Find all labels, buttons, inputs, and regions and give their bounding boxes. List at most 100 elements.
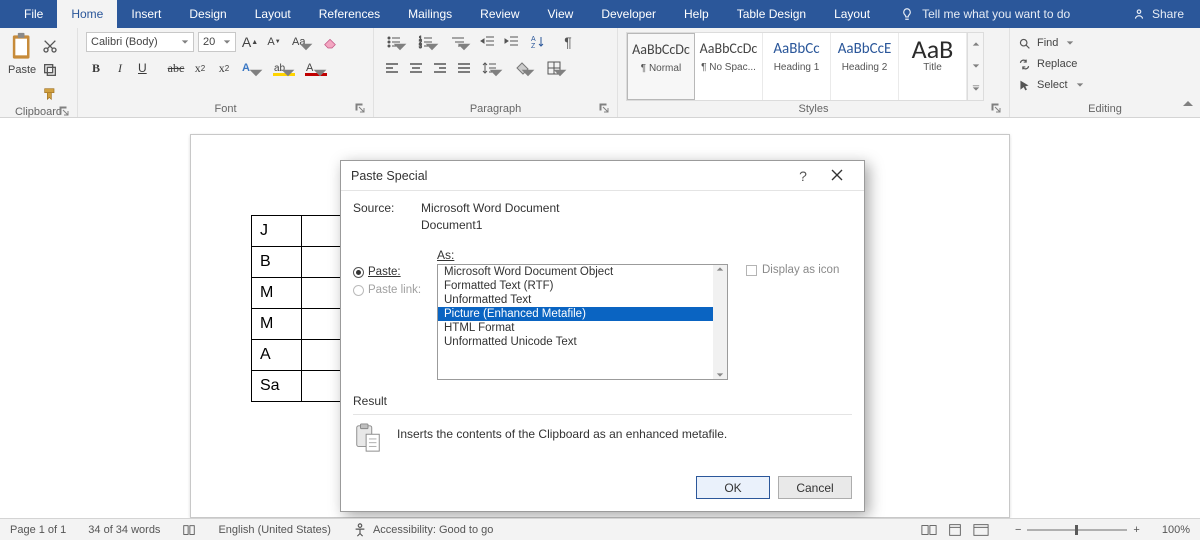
tab-mailings[interactable]: Mailings: [394, 0, 466, 28]
listbox-scrollbar[interactable]: [713, 265, 727, 379]
close-button[interactable]: [820, 168, 854, 184]
decrease-indent[interactable]: [478, 32, 498, 52]
text-effects[interactable]: A: [238, 58, 266, 78]
sort-button[interactable]: AZ: [526, 32, 554, 52]
format-option[interactable]: Formatted Text (RTF): [438, 279, 727, 293]
align-left-icon: [384, 60, 400, 76]
tab-design[interactable]: Design: [175, 0, 240, 28]
zoom-level[interactable]: 100%: [1162, 524, 1190, 536]
tab-table-design[interactable]: Table Design: [723, 0, 820, 28]
tab-home[interactable]: Home: [57, 0, 117, 28]
result-label: Result: [353, 394, 852, 408]
justify[interactable]: [454, 58, 474, 78]
style--no-spac-[interactable]: AaBbCcDc¶ No Spac...: [695, 33, 763, 100]
format-listbox[interactable]: Microsoft Word Document ObjectFormatted …: [437, 264, 728, 380]
scissors-icon: [42, 38, 58, 54]
tell-me-text: Tell me what you want to do: [922, 7, 1070, 21]
share-button[interactable]: Share: [1116, 0, 1200, 28]
justify-icon: [456, 60, 472, 76]
ok-button[interactable]: OK: [696, 476, 770, 499]
align-right[interactable]: [430, 58, 450, 78]
font-color-button[interactable]: A: [302, 58, 330, 78]
word-count[interactable]: 34 of 34 words: [88, 524, 160, 536]
styles-gallery[interactable]: AaBbCcDc¶ NormalAaBbCcDc¶ No Spac...AaBb…: [626, 32, 968, 101]
numbering-button[interactable]: 123: [414, 32, 442, 52]
style--normal[interactable]: AaBbCcDc¶ Normal: [627, 33, 695, 100]
styles-launcher[interactable]: [991, 103, 1001, 113]
zoom-out[interactable]: −: [1015, 524, 1021, 536]
as-label: As:: [437, 248, 852, 262]
tab-help[interactable]: Help: [670, 0, 723, 28]
paste-radio[interactable]: Paste:: [353, 266, 429, 278]
tab-insert[interactable]: Insert: [117, 0, 175, 28]
shading-button[interactable]: [510, 58, 538, 78]
print-layout[interactable]: [943, 521, 967, 539]
find-button[interactable]: Find: [1018, 34, 1084, 52]
group-editing: Find Replace Select Editing: [1010, 28, 1200, 117]
tab-layout[interactable]: Layout: [820, 0, 884, 28]
format-option[interactable]: Unformatted Text: [438, 293, 727, 307]
clipboard-launcher[interactable]: [59, 106, 69, 116]
result-icon: [353, 423, 383, 456]
zoom-slider[interactable]: − +: [1015, 524, 1140, 536]
pilcrow-icon: ¶: [564, 34, 572, 50]
outdent-icon: [480, 34, 496, 50]
status-bar: Page 1 of 1 34 of 34 words English (Unit…: [0, 518, 1200, 540]
cancel-button[interactable]: Cancel: [778, 476, 852, 499]
tab-references[interactable]: References: [305, 0, 394, 28]
style-title[interactable]: AaBTitle: [899, 33, 967, 100]
align-left[interactable]: [382, 58, 402, 78]
tab-view[interactable]: View: [534, 0, 588, 28]
spellcheck-indicator[interactable]: [182, 523, 196, 537]
brush-icon: [42, 86, 58, 102]
style-heading-2[interactable]: AaBbCcEHeading 2: [831, 33, 899, 100]
font-launcher[interactable]: [355, 103, 365, 113]
read-icon: [921, 523, 937, 537]
styles-scroll[interactable]: [968, 32, 984, 101]
multilevel-button[interactable]: [446, 32, 474, 52]
format-painter[interactable]: [40, 84, 60, 104]
bullets-button[interactable]: [382, 32, 410, 52]
ribbon: Paste Clipboard Calibri (Body) 20 A▲ A▼ …: [0, 28, 1200, 118]
paste-icon: [8, 32, 36, 62]
increase-indent[interactable]: [502, 32, 522, 52]
highlight-button[interactable]: ab: [270, 58, 298, 78]
accessibility-indicator[interactable]: Accessibility: Good to go: [353, 523, 493, 537]
paragraph-launcher[interactable]: [599, 103, 609, 113]
show-marks[interactable]: ¶: [558, 32, 578, 52]
tab-developer[interactable]: Developer: [587, 0, 670, 28]
paste-button[interactable]: Paste: [8, 32, 36, 76]
page-indicator[interactable]: Page 1 of 1: [10, 524, 66, 536]
select-button[interactable]: Select: [1018, 76, 1084, 94]
format-option[interactable]: HTML Format: [438, 321, 727, 335]
style-heading-1[interactable]: AaBbCcHeading 1: [763, 33, 831, 100]
format-option[interactable]: Unformatted Unicode Text: [438, 335, 727, 349]
view-buttons: [917, 521, 993, 539]
web-layout[interactable]: [969, 521, 993, 539]
align-center-icon: [408, 60, 424, 76]
format-option[interactable]: Microsoft Word Document Object: [438, 265, 727, 279]
help-button[interactable]: ?: [786, 168, 820, 184]
tab-layout[interactable]: Layout: [241, 0, 305, 28]
group-styles: AaBbCcDc¶ NormalAaBbCcDc¶ No Spac...AaBb…: [618, 28, 1010, 117]
svg-text:Z: Z: [531, 43, 536, 50]
align-right-icon: [432, 60, 448, 76]
language-indicator[interactable]: English (United States): [218, 524, 331, 536]
line-spacing[interactable]: [478, 58, 506, 78]
read-mode[interactable]: [917, 521, 941, 539]
collapse-ribbon[interactable]: [1182, 98, 1194, 113]
tab-review[interactable]: Review: [466, 0, 533, 28]
book-icon: [182, 523, 196, 537]
align-center[interactable]: [406, 58, 426, 78]
replace-button[interactable]: Replace: [1018, 55, 1084, 73]
tab-file[interactable]: File: [10, 0, 57, 28]
dialog-titlebar[interactable]: Paste Special ?: [341, 161, 864, 191]
format-option[interactable]: Picture (Enhanced Metafile): [438, 307, 727, 321]
tell-me-search[interactable]: Tell me what you want to do: [884, 0, 1116, 28]
copy-button[interactable]: [40, 60, 60, 80]
borders-button[interactable]: [542, 58, 570, 78]
underline-button[interactable]: U: [134, 58, 162, 78]
cut-button[interactable]: [40, 36, 60, 56]
zoom-in[interactable]: +: [1133, 524, 1139, 536]
cursor-icon: [1018, 79, 1031, 92]
